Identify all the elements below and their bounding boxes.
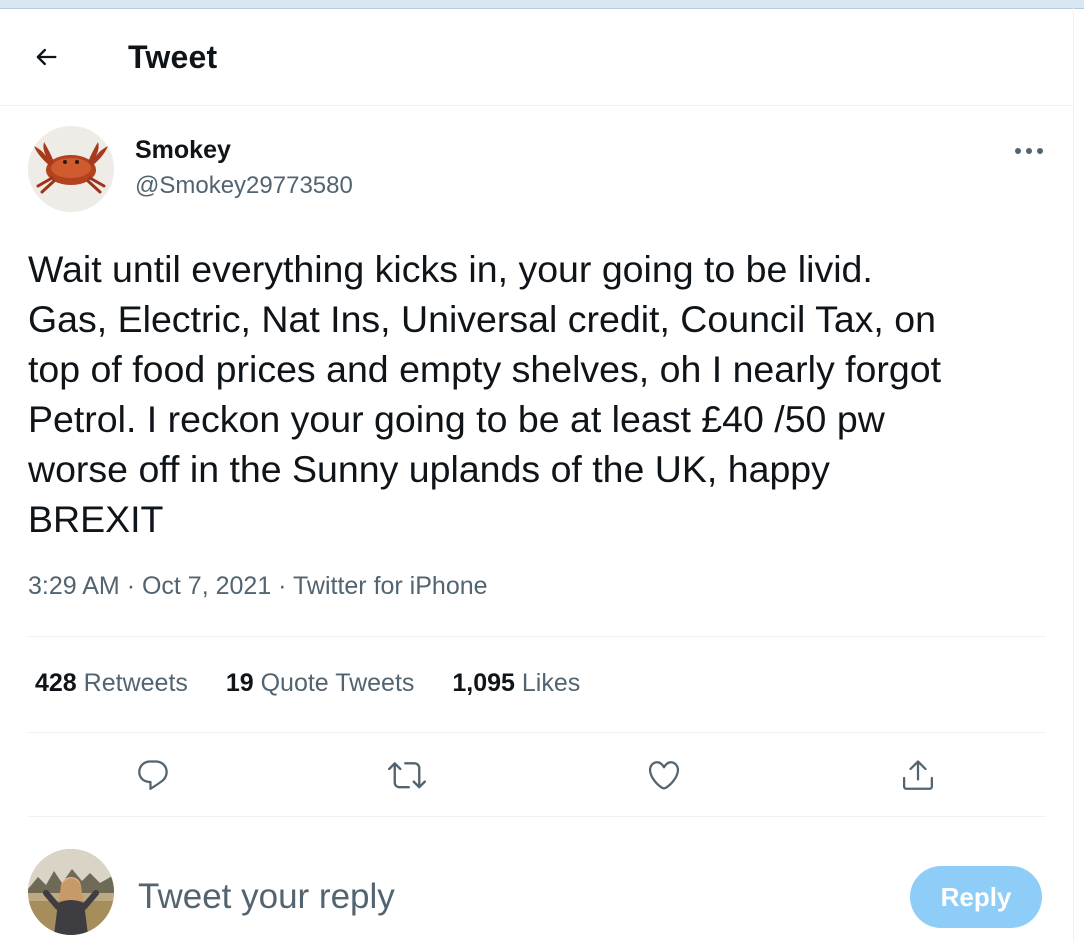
action-bar xyxy=(28,740,1046,814)
like-icon xyxy=(646,757,682,798)
retweets-label: Retweets xyxy=(83,669,188,697)
tweet-date[interactable]: Oct 7, 2021 xyxy=(142,572,271,600)
back-button[interactable] xyxy=(22,37,70,81)
likes-label: Likes xyxy=(521,669,581,697)
tweet-stats: 428 Retweets 19 Quote Tweets 1,095 Likes xyxy=(35,669,611,698)
retweet-button[interactable] xyxy=(382,752,432,802)
meta-separator: · xyxy=(126,572,136,600)
page-title: Tweet xyxy=(128,39,218,75)
quote-tweets-stat[interactable]: 19 Quote Tweets xyxy=(226,669,415,698)
divider xyxy=(28,816,1046,817)
quote-tweets-count: 19 xyxy=(225,669,254,697)
page-header: Tweet xyxy=(0,9,1073,106)
likes-count: 1,095 xyxy=(452,669,515,697)
arrow-left-icon xyxy=(32,43,60,76)
current-user-avatar[interactable] xyxy=(28,849,114,935)
retweets-stat[interactable]: 428 Retweets xyxy=(35,669,188,698)
more-dots-icon xyxy=(1014,142,1044,160)
divider xyxy=(28,732,1046,733)
tweet-source[interactable]: Twitter for iPhone xyxy=(293,572,488,600)
like-button[interactable] xyxy=(639,752,689,802)
retweets-count: 428 xyxy=(35,669,77,697)
share-icon xyxy=(900,757,936,798)
tweet-time[interactable]: 3:29 AM xyxy=(28,572,120,600)
reply-icon xyxy=(135,757,171,798)
reply-submit-button[interactable]: Reply xyxy=(910,866,1042,928)
tweet-metadata: 3:29 AM · Oct 7, 2021 · Twitter for iPho… xyxy=(28,572,488,601)
author-name[interactable]: Smokey xyxy=(135,136,231,165)
column-border xyxy=(1073,8,1074,942)
tweet-text: Wait until everything kicks in, your goi… xyxy=(28,248,942,540)
retweet-icon xyxy=(388,756,426,799)
meta-separator: · xyxy=(278,572,287,600)
likes-stat[interactable]: 1,095 Likes xyxy=(452,669,580,698)
author-avatar[interactable] xyxy=(28,126,114,212)
share-button[interactable] xyxy=(893,752,943,802)
divider xyxy=(28,636,1046,637)
crab-avatar xyxy=(28,126,114,212)
more-options-button[interactable] xyxy=(1008,135,1050,167)
reply-button[interactable] xyxy=(128,752,178,802)
quote-tweets-label: Quote Tweets xyxy=(260,669,415,697)
reply-input[interactable] xyxy=(138,872,878,922)
user-photo-avatar xyxy=(28,849,114,935)
browser-top-strip xyxy=(0,0,1084,9)
author-handle[interactable]: @Smokey29773580 xyxy=(135,172,353,200)
